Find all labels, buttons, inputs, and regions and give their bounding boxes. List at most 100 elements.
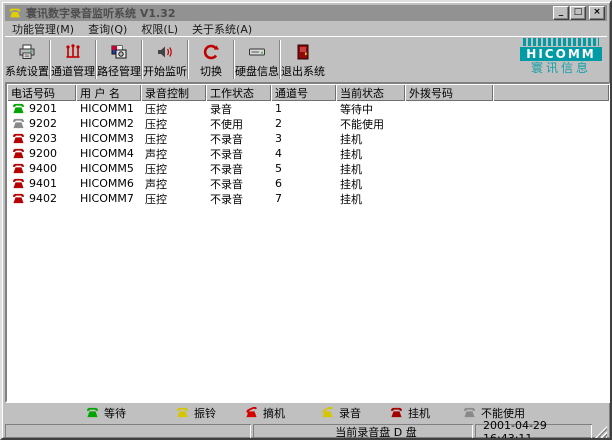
toolbar-button-label: 通道管理	[51, 63, 95, 79]
exit-icon	[296, 43, 310, 61]
legend-label: 振铃	[194, 405, 216, 421]
phone-status-icon	[11, 148, 26, 159]
work-status: 不录音	[206, 176, 271, 192]
current-status: 挂机	[336, 191, 405, 207]
legend-label: 挂机	[408, 405, 430, 421]
path-management-button[interactable]: 路径管理	[97, 37, 141, 82]
status-datetime: 2001-04-29 16:43:11	[475, 424, 592, 439]
table-row[interactable]: 9401 HICOMM6 声控 不录音 6 挂机	[7, 176, 609, 191]
table-row[interactable]: 9200 HICOMM4 声控 不录音 4 挂机	[7, 146, 609, 161]
channel-number: 7	[271, 192, 336, 205]
legend-item-waiting: 等待	[85, 405, 126, 421]
table-row[interactable]: 9203 HICOMM3 压控 不录音 3 挂机	[7, 131, 609, 146]
maximize-button[interactable]: □	[570, 6, 586, 20]
channel-number: 3	[271, 132, 336, 145]
title-bar[interactable]: 寰讯数字录音监听系统 V1.32 _ □ ×	[5, 5, 607, 21]
record-control: 压控	[141, 161, 206, 177]
column-header-record-control[interactable]: 录音控制	[141, 84, 206, 101]
phone-ringing-icon	[175, 407, 190, 418]
table-row[interactable]: 9202 HICOMM2 压控 不使用 2 不能使用	[7, 116, 609, 131]
work-status: 不录音	[206, 146, 271, 162]
switch-button[interactable]: 切换	[189, 37, 233, 82]
hicomm-logo: HICOMM 寰讯信息	[520, 38, 602, 75]
legend-label: 等待	[104, 405, 126, 421]
column-header-phone[interactable]: 电话号码	[7, 84, 76, 101]
menu-about-system[interactable]: 关于系统(A)	[185, 21, 259, 37]
legend-item-recording: 录音	[320, 405, 361, 421]
speaker-icon	[156, 43, 174, 61]
legend-label: 录音	[339, 405, 361, 421]
phone-offhook-icon	[244, 407, 259, 418]
current-status: 等待中	[336, 101, 405, 117]
record-control: 声控	[141, 176, 206, 192]
menu-function-management[interactable]: 功能管理(M)	[5, 21, 81, 37]
menu-query[interactable]: 查询(Q)	[81, 21, 134, 37]
column-header-channel[interactable]: 通道号	[271, 84, 336, 101]
user-name: HICOMM2	[76, 117, 141, 130]
exit-system-button[interactable]: 退出系统	[281, 37, 325, 82]
work-status: 录音	[206, 101, 271, 117]
column-header-current-status[interactable]: 当前状态	[336, 84, 405, 101]
phone-status-icon	[11, 118, 26, 129]
work-status: 不使用	[206, 116, 271, 132]
channel-number: 2	[271, 117, 336, 130]
legend-item-offhook: 摘机	[244, 405, 285, 421]
user-name: HICOMM5	[76, 162, 141, 175]
phone-number: 9203	[29, 132, 57, 145]
column-header-user[interactable]: 用 户 名	[76, 84, 141, 101]
column-header-work-status[interactable]: 工作状态	[206, 84, 271, 101]
user-name: HICOMM1	[76, 102, 141, 115]
toolbar-button-label: 系统设置	[5, 63, 49, 79]
status-recording-disk: 当前录音盘 D 盘	[253, 424, 473, 439]
table-header: 电话号码 用 户 名 录音控制 工作状态 通道号 当前状态 外拨号码	[7, 84, 609, 101]
phone-number: 9202	[29, 117, 57, 130]
harddisk-info-button[interactable]: 硬盘信息	[235, 37, 279, 82]
phone-number: 9201	[29, 102, 57, 115]
record-control: 压控	[141, 191, 206, 207]
app-phone-icon	[8, 7, 22, 19]
channel-number: 5	[271, 162, 336, 175]
column-header-empty[interactable]	[493, 84, 609, 101]
table-row[interactable]: 9402 HICOMM7 压控 不录音 7 挂机	[7, 191, 609, 206]
logo-company: 寰讯信息	[520, 61, 602, 75]
user-name: HICOMM7	[76, 192, 141, 205]
column-header-outgoing[interactable]: 外拨号码	[405, 84, 493, 101]
minimize-button[interactable]: _	[553, 6, 569, 20]
work-status: 不录音	[206, 191, 271, 207]
logo-pattern	[523, 38, 599, 46]
resize-grip[interactable]	[594, 426, 607, 439]
phone-waiting-icon	[85, 407, 100, 418]
toolbar-button-label: 开始监听	[143, 63, 187, 79]
channel-number: 6	[271, 177, 336, 190]
table-row[interactable]: 9400 HICOMM5 压控 不录音 5 挂机	[7, 161, 609, 176]
close-button[interactable]: ×	[589, 6, 605, 20]
record-control: 压控	[141, 116, 206, 132]
menu-permissions[interactable]: 权限(L)	[134, 21, 185, 37]
table-row[interactable]: 9201 HICOMM1 压控 录音 1 等待中	[7, 101, 609, 116]
current-status: 挂机	[336, 146, 405, 162]
start-monitor-button[interactable]: 开始监听	[143, 37, 187, 82]
menu-bar: 功能管理(M) 查询(Q) 权限(L) 关于系统(A)	[5, 21, 607, 36]
phone-status-icon	[11, 103, 26, 114]
legend-item-ringing: 振铃	[175, 405, 216, 421]
legend-item-onhook: 挂机	[389, 405, 430, 421]
channel-number: 4	[271, 147, 336, 160]
toolbar-button-label: 退出系统	[281, 63, 325, 79]
phone-status-icon	[11, 178, 26, 189]
current-status: 挂机	[336, 176, 405, 192]
user-name: HICOMM3	[76, 132, 141, 145]
path-icon	[110, 43, 128, 61]
phone-number: 9400	[29, 162, 57, 175]
phone-unavailable-icon	[462, 407, 477, 418]
current-status: 挂机	[336, 131, 405, 147]
phone-number: 9401	[29, 177, 57, 190]
system-settings-button[interactable]: 系统设置	[5, 37, 49, 82]
work-status: 不录音	[206, 131, 271, 147]
current-status: 不能使用	[336, 116, 405, 132]
harddisk-icon	[248, 43, 266, 61]
user-name: HICOMM4	[76, 147, 141, 160]
user-name: HICOMM6	[76, 177, 141, 190]
channel-management-button[interactable]: 通道管理	[51, 37, 95, 82]
printer-icon	[18, 43, 36, 61]
toolbar-button-label: 路径管理	[97, 63, 141, 79]
